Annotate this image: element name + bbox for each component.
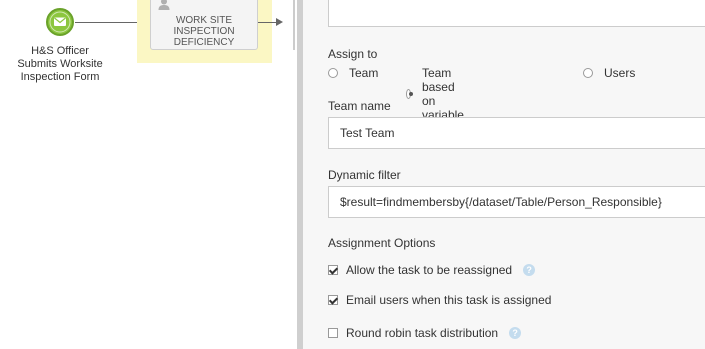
radio-circle[interactable]: [406, 89, 413, 99]
pool-edge: [293, 0, 295, 50]
radio-circle[interactable]: [583, 68, 593, 78]
assign-to-label: Assign to: [328, 47, 378, 61]
round-robin-checkbox[interactable]: [328, 328, 338, 338]
sequence-flow[interactable]: [75, 22, 145, 23]
start-event[interactable]: [45, 7, 75, 37]
email-users-checkbox[interactable]: [328, 295, 338, 305]
help-icon[interactable]: ?: [509, 327, 522, 339]
round-robin-label: Round robin task distribution: [346, 326, 499, 340]
radio-circle[interactable]: [328, 68, 338, 78]
radio-team[interactable]: Team: [328, 66, 378, 80]
assignment-options-label: Assignment Options: [328, 236, 436, 250]
task-title: WORK SITE INSPECTION DEFICIENCY: [173, 15, 235, 48]
radio-users[interactable]: Users: [583, 66, 635, 80]
process-diagram-canvas[interactable]: H&S Officer Submits Worksite Inspection …: [0, 0, 297, 349]
envelope-icon: [46, 8, 74, 36]
radio-users-label: Users: [604, 66, 636, 80]
team-name-input[interactable]: Test Team: [328, 117, 705, 149]
email-users-option[interactable]: Email users when this task is assigned: [328, 293, 551, 307]
dynamic-filter-label: Dynamic filter: [328, 168, 401, 182]
dynamic-filter-input[interactable]: $result=findmembersby{/dataset/Table/Per…: [328, 186, 705, 218]
properties-panel: Assign to Team Team based on variable Us…: [303, 0, 705, 349]
email-users-label: Email users when this task is assigned: [346, 293, 552, 307]
user-task[interactable]: WORK SITE INSPECTION DEFICIENCY: [150, 0, 258, 50]
radio-team-variable-label: Team based on variable: [421, 66, 464, 122]
arrow-head-icon: [276, 18, 283, 26]
round-robin-option[interactable]: Round robin task distribution ?: [328, 326, 522, 340]
outgoing-flow[interactable]: [258, 22, 278, 23]
radio-team-based-on-variable[interactable]: Team based on variable: [406, 66, 469, 122]
user-icon: [158, 0, 170, 10]
team-name-label: Team name: [328, 99, 391, 113]
radio-team-label: Team: [349, 66, 379, 80]
allow-reassign-label: Allow the task to be reassigned: [346, 263, 513, 277]
previous-field[interactable]: [328, 0, 705, 27]
help-icon[interactable]: ?: [523, 264, 536, 276]
allow-reassign-option[interactable]: Allow the task to be reassigned ?: [328, 263, 536, 277]
allow-reassign-checkbox[interactable]: [328, 265, 338, 275]
start-event-label: H&S Officer Submits Worksite Inspection …: [17, 45, 103, 83]
